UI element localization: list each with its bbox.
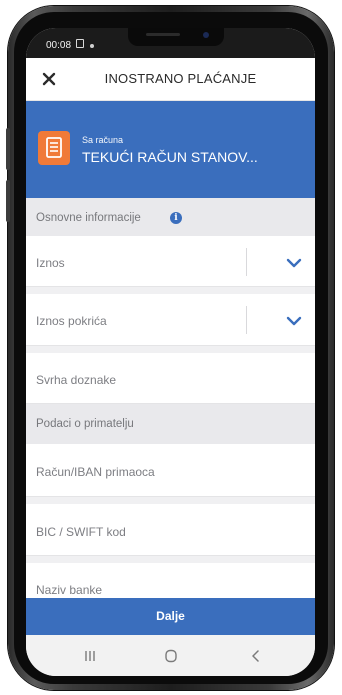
status-dot-icon (90, 44, 94, 48)
bic-swift-field-label: BIC / SWIFT kod (36, 525, 126, 539)
bank-name-field-label: Naziv banke (36, 583, 103, 597)
front-camera-icon (203, 32, 209, 38)
amount-field[interactable]: Iznos (26, 236, 315, 287)
side-button-left (6, 128, 10, 170)
status-bar: 00:08 (26, 28, 315, 58)
section-basic-info: Osnovne informacije i (26, 198, 315, 236)
spacer (26, 556, 315, 563)
page-canvas: 00:08 INOSTRANO PLAĆANJE Sa računa TEKUĆ… (0, 0, 342, 695)
recents-button[interactable] (70, 643, 110, 669)
purpose-field[interactable]: Svrha doznake (26, 353, 315, 404)
amount-field-label: Iznos (36, 256, 65, 270)
info-icon[interactable]: i (170, 212, 182, 224)
spacer (26, 497, 315, 504)
section-recipient: Podaci o primatelju (26, 404, 315, 444)
side-button-left-lower (6, 180, 10, 222)
status-time: 00:08 (46, 40, 72, 51)
bic-swift-field[interactable]: BIC / SWIFT kod (26, 504, 315, 556)
earpiece-speaker (146, 33, 180, 36)
section-basic-info-title: Osnovne informacije (36, 212, 141, 224)
document-icon (38, 131, 70, 165)
close-icon (42, 72, 56, 86)
chevron-down-icon[interactable] (284, 256, 304, 270)
phone-screen: 00:08 INOSTRANO PLAĆANJE Sa računa TEKUĆ… (26, 28, 315, 676)
spacer (26, 346, 315, 353)
next-button[interactable]: Dalje (26, 598, 315, 635)
account-name: TEKUĆI RAČUN STANOV... (82, 149, 258, 165)
section-recipient-title: Podaci o primatelju (36, 418, 134, 430)
app-header: INOSTRANO PLAĆANJE (26, 58, 315, 101)
amount-field-divider (246, 248, 247, 276)
back-icon (252, 650, 259, 662)
iban-field-label: Račun/IBAN primaoca (36, 465, 155, 479)
system-navigation-bar (26, 635, 315, 676)
cover-amount-field[interactable]: Iznos pokrića (26, 294, 315, 346)
home-button[interactable] (151, 643, 191, 669)
home-icon (165, 649, 177, 663)
bank-name-field[interactable]: Naziv banke (26, 563, 315, 598)
iban-field[interactable]: Račun/IBAN primaoca (26, 444, 315, 497)
recents-icon (85, 651, 95, 661)
spacer (26, 287, 315, 294)
chevron-down-icon[interactable] (284, 314, 304, 328)
account-label: Sa računa (82, 135, 124, 145)
camera-notch (128, 28, 224, 46)
cover-amount-field-label: Iznos pokrića (36, 314, 107, 328)
page-title: INOSTRANO PLAĆANJE (104, 71, 257, 86)
close-button[interactable] (34, 64, 64, 94)
source-account-selector[interactable]: Sa računa TEKUĆI RAČUN STANOV... (26, 101, 315, 198)
back-button[interactable] (236, 643, 276, 669)
cover-amount-field-divider (246, 306, 247, 334)
purpose-field-label: Svrha doznake (36, 373, 117, 387)
gallery-status-icon (76, 39, 84, 48)
